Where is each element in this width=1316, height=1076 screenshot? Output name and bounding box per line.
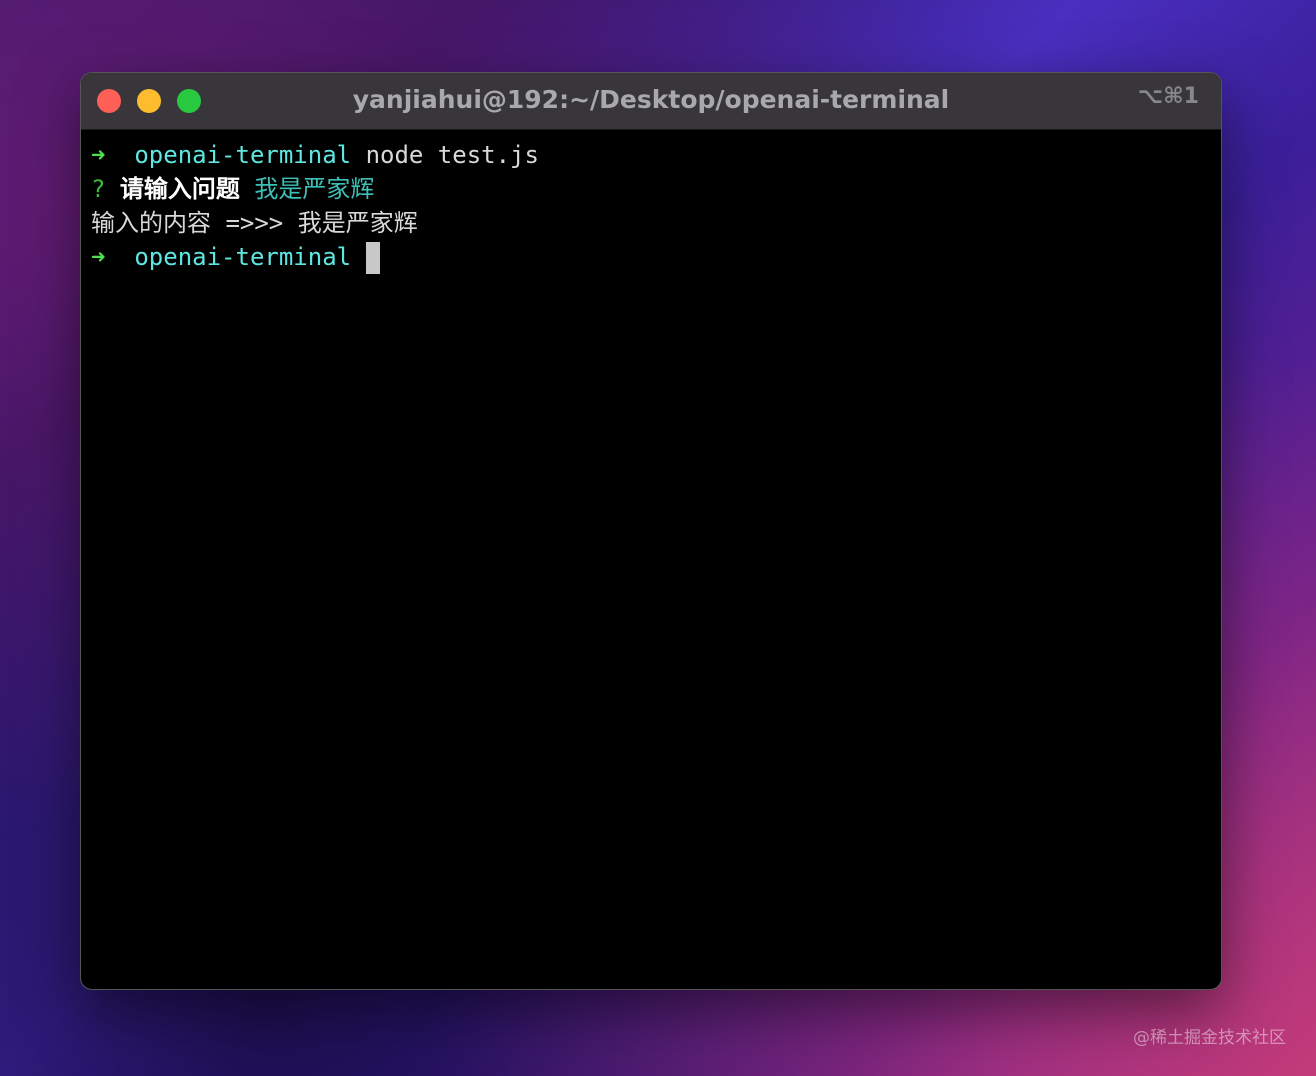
command-line: ➜ openai-terminal node test.js: [91, 138, 1211, 172]
window-title: yanjiahui@192:~/Desktop/openai-terminal: [352, 85, 950, 114]
output-line: 输入的内容 =>>> 我是严家辉: [91, 209, 418, 237]
title-bar[interactable]: yanjiahui@192:~/Desktop/openai-terminal …: [81, 73, 1221, 130]
terminal-output[interactable]: ➜ openai-terminal node test.js? 请输入问题 我是…: [81, 130, 1221, 282]
command-text: node test.js: [365, 141, 539, 169]
prompt-cwd: openai-terminal: [134, 141, 352, 169]
window-shortcut: ⌥⌘1: [1137, 84, 1199, 109]
watermark: @稀土掘金技术社区: [1133, 1028, 1286, 1048]
terminal-window: yanjiahui@192:~/Desktop/openai-terminal …: [80, 72, 1222, 990]
text-cursor: [365, 242, 380, 274]
question-text: 请输入问题: [119, 175, 240, 203]
question-mark: ?: [91, 175, 106, 203]
prompt-cwd: openai-terminal: [134, 243, 352, 271]
answer-text: 我是严家辉: [254, 175, 375, 203]
question-line: ? 请输入问题 我是严家辉: [91, 172, 1211, 206]
prompt-arrow-icon: ➜: [91, 243, 106, 271]
current-prompt-line: ➜ openai-terminal: [91, 240, 1211, 274]
prompt-arrow-icon: ➜: [91, 141, 106, 169]
